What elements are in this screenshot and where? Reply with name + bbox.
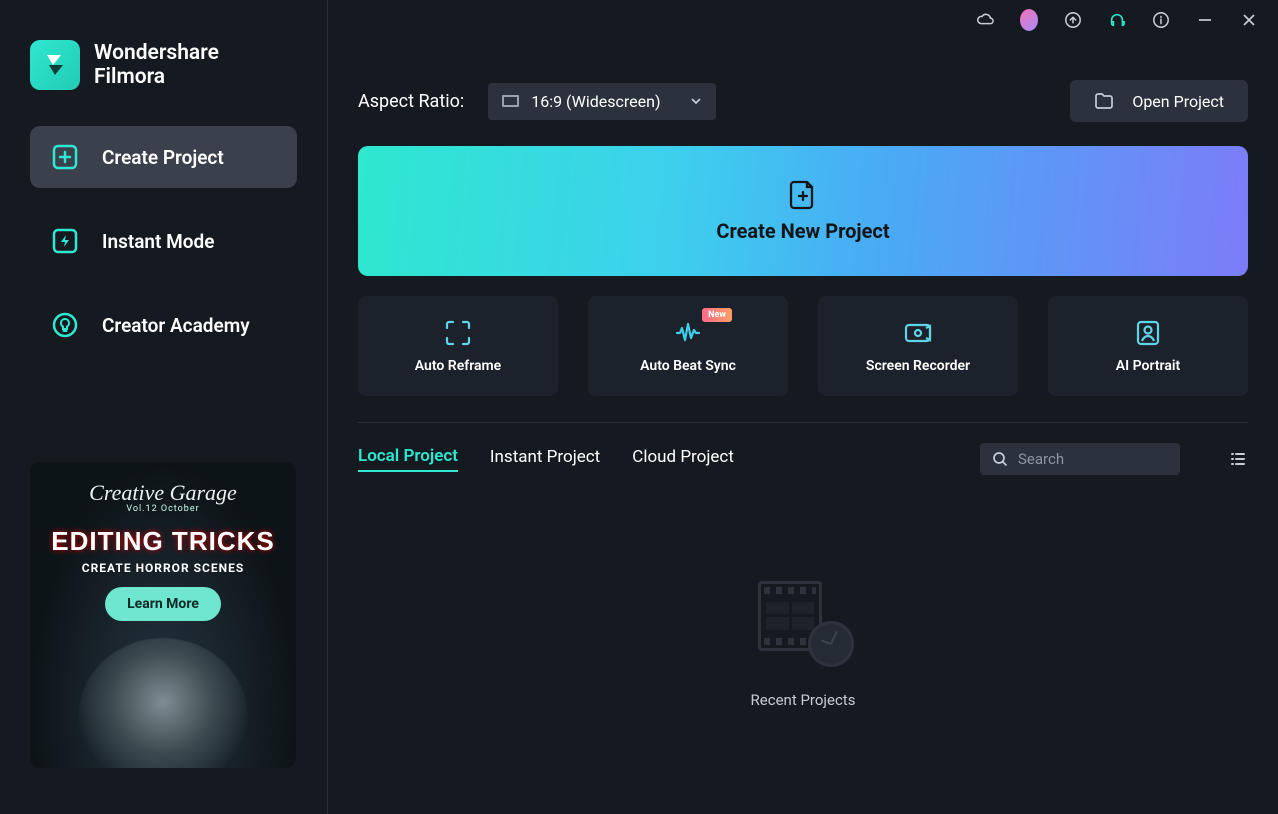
promo-script: Creative Garage	[89, 480, 237, 506]
search-box[interactable]	[980, 443, 1180, 475]
chevron-down-icon	[690, 95, 702, 107]
plus-document-icon	[787, 179, 819, 211]
tab-cloud-project[interactable]: Cloud Project	[632, 447, 734, 471]
account-avatar[interactable]	[1020, 11, 1038, 29]
portrait-icon	[1133, 318, 1163, 348]
sidebar-nav: Create Project Instant Mode Creator Acad…	[0, 126, 327, 356]
feature-row: Auto Reframe New Auto Beat Sync Screen R…	[328, 276, 1278, 396]
cloud-icon[interactable]	[976, 11, 994, 29]
recorder-icon	[903, 318, 933, 348]
promo-title: EDITING TRICKS	[51, 526, 274, 557]
promo-tagline: CREATE HORROR SCENES	[82, 561, 244, 575]
empty-state-label: Recent Projects	[751, 691, 856, 709]
list-view-toggle[interactable]	[1228, 449, 1248, 469]
sidebar-item-label: Create Project	[102, 146, 224, 169]
promo-sub: Vol.12 October	[126, 504, 199, 514]
toolbar: Aspect Ratio: 16:9 (Widescreen) Open Pro…	[328, 40, 1278, 146]
promo-image	[78, 638, 248, 768]
app-logo: Wondershare Filmora	[0, 0, 327, 126]
sidebar-item-label: Instant Mode	[102, 230, 214, 253]
titlebar	[328, 0, 1278, 40]
open-project-button[interactable]: Open Project	[1070, 80, 1248, 122]
promo-banner[interactable]: Creative Garage Vol.12 October EDITING T…	[30, 462, 296, 768]
instant-icon	[52, 228, 78, 254]
main-area: Aspect Ratio: 16:9 (Widescreen) Open Pro…	[328, 0, 1278, 814]
search-input[interactable]	[1018, 450, 1217, 468]
feature-label: Screen Recorder	[866, 358, 970, 374]
feature-screen-recorder[interactable]: Screen Recorder	[818, 296, 1018, 396]
promo-cta-button[interactable]: Learn More	[105, 587, 221, 621]
project-tabs: Local Project Instant Project Cloud Proj…	[328, 423, 1278, 475]
feature-label: AI Portrait	[1116, 358, 1180, 374]
feature-label: Auto Reframe	[415, 358, 501, 374]
close-button[interactable]	[1240, 11, 1258, 29]
screen-icon	[502, 95, 519, 107]
tab-local-project[interactable]: Local Project	[358, 446, 458, 472]
open-project-label: Open Project	[1132, 92, 1224, 111]
feature-ai-portrait[interactable]: AI Portrait	[1048, 296, 1248, 396]
sidebar: Wondershare Filmora Create Project Insta…	[0, 0, 328, 814]
sidebar-item-label: Creator Academy	[102, 314, 250, 337]
reframe-icon	[443, 318, 473, 348]
create-new-project-button[interactable]: Create New Project	[358, 146, 1248, 276]
feature-auto-reframe[interactable]: Auto Reframe	[358, 296, 558, 396]
lightbulb-icon	[52, 312, 78, 338]
logo-mark-icon	[30, 40, 80, 90]
headset-icon[interactable]	[1108, 11, 1126, 29]
minimize-button[interactable]	[1196, 11, 1214, 29]
aspect-ratio-value: 16:9 (Widescreen)	[531, 92, 678, 111]
upload-icon[interactable]	[1064, 11, 1082, 29]
plus-square-icon	[52, 144, 78, 170]
sidebar-item-create-project[interactable]: Create Project	[30, 126, 297, 188]
aspect-ratio-select[interactable]: 16:9 (Widescreen)	[488, 83, 716, 120]
folder-icon	[1094, 91, 1114, 111]
sidebar-item-instant-mode[interactable]: Instant Mode	[30, 210, 297, 272]
app-title: Wondershare Filmora	[94, 41, 219, 89]
create-new-project-label: Create New Project	[716, 219, 889, 243]
tab-instant-project[interactable]: Instant Project	[490, 447, 600, 471]
feature-label: Auto Beat Sync	[640, 358, 736, 374]
search-icon	[992, 451, 1008, 467]
empty-state: Recent Projects	[328, 475, 1278, 814]
feature-auto-beat-sync[interactable]: New Auto Beat Sync	[588, 296, 788, 396]
recent-projects-icon	[758, 581, 848, 661]
new-badge: New	[702, 308, 732, 322]
waveform-icon	[673, 318, 703, 348]
aspect-ratio-label: Aspect Ratio:	[358, 91, 464, 112]
info-icon[interactable]	[1152, 11, 1170, 29]
sidebar-item-creator-academy[interactable]: Creator Academy	[30, 294, 297, 356]
